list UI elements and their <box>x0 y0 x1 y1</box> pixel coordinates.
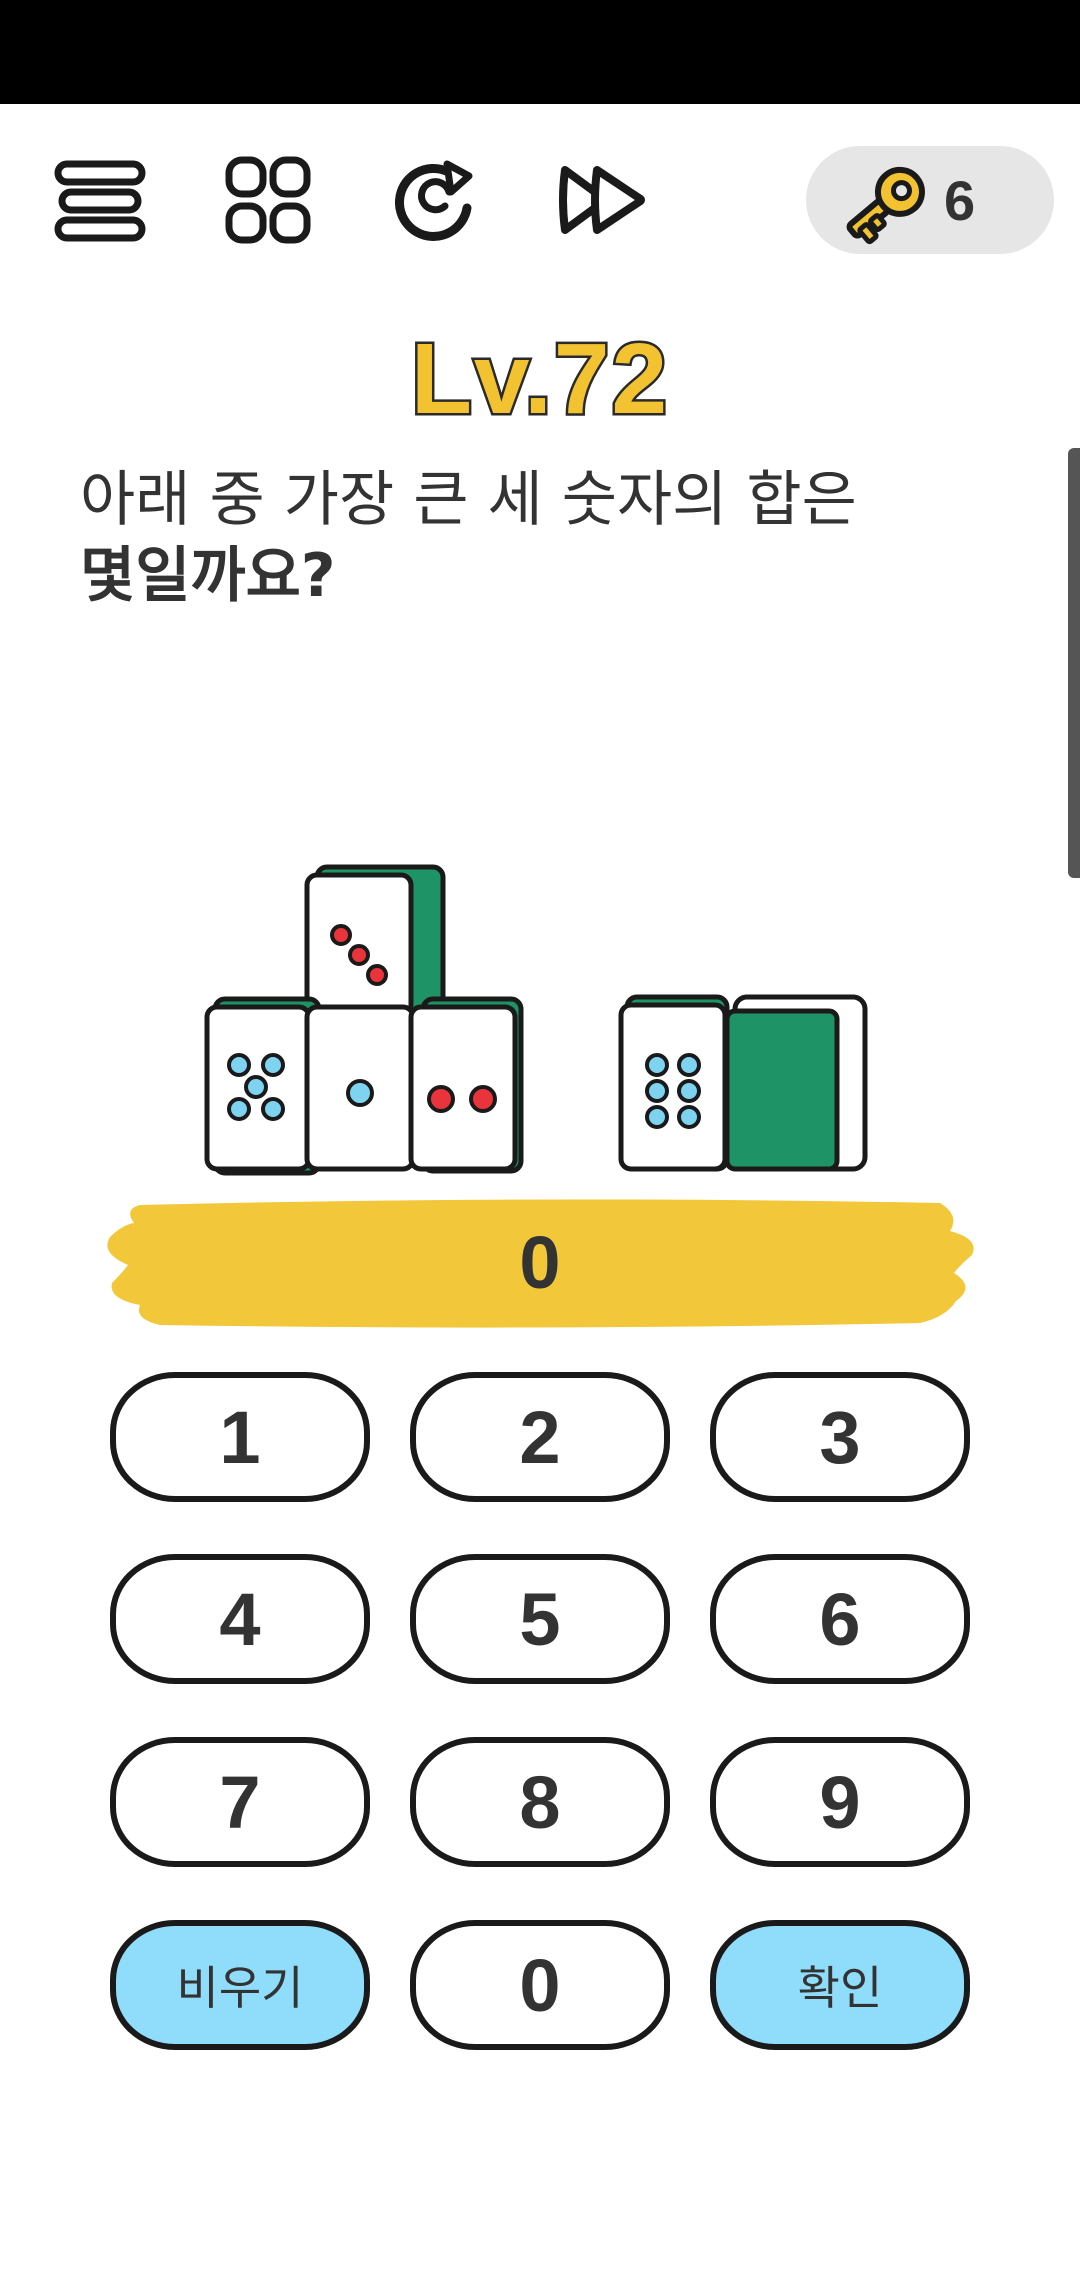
question-line-2: 몇일까요? <box>80 541 336 611</box>
mahjong-tile-one-blue <box>304 1004 416 1172</box>
key-5[interactable]: 5 <box>410 1554 670 1684</box>
key-3[interactable]: 3 <box>710 1372 970 1502</box>
restart-icon <box>394 160 473 241</box>
mahjong-tiles-illustration <box>204 864 868 1176</box>
answer-display: 0 <box>100 1195 980 1331</box>
hint-count: 6 <box>944 169 976 232</box>
menu-button[interactable] <box>45 145 155 255</box>
key-icon <box>846 166 925 245</box>
mahjong-tile-three-red <box>304 864 446 1020</box>
restart-button[interactable] <box>380 145 490 255</box>
key-9[interactable]: 9 <box>710 1737 970 1867</box>
question-line-1: 아래 중 가장 큰 세 숫자의 합은 <box>80 465 857 535</box>
mahjong-tile-six-blue <box>618 994 730 1172</box>
fast-forward-icon <box>559 166 645 234</box>
scroll-indicator <box>1068 448 1080 878</box>
clear-button[interactable]: 비우기 <box>110 1920 370 2050</box>
mahjong-tile-five-blue <box>204 996 322 1176</box>
level-title: Lv.72 <box>408 321 670 438</box>
key-1[interactable]: 1 <box>110 1372 370 1502</box>
question-text: 아래 중 가장 큰 세 숫자의 합은 몇일까요? <box>80 462 980 614</box>
confirm-button[interactable]: 확인 <box>710 1920 970 2050</box>
key-0[interactable]: 0 <box>410 1920 670 2050</box>
status-bar <box>0 0 1080 104</box>
hint-keys-badge[interactable]: 6 <box>806 146 1054 254</box>
grid-icon <box>225 156 311 244</box>
key-6[interactable]: 6 <box>710 1554 970 1684</box>
skip-button[interactable] <box>548 145 658 255</box>
mahjong-tile-two-red <box>408 996 524 1174</box>
levels-button[interactable] <box>212 145 322 255</box>
key-2[interactable]: 2 <box>410 1372 670 1502</box>
answer-value: 0 <box>519 1221 561 1304</box>
key-7[interactable]: 7 <box>110 1737 370 1867</box>
mahjong-tile-face-down <box>724 994 868 1172</box>
key-4[interactable]: 4 <box>110 1554 370 1684</box>
key-8[interactable]: 8 <box>410 1737 670 1867</box>
menu-icon <box>54 160 146 242</box>
